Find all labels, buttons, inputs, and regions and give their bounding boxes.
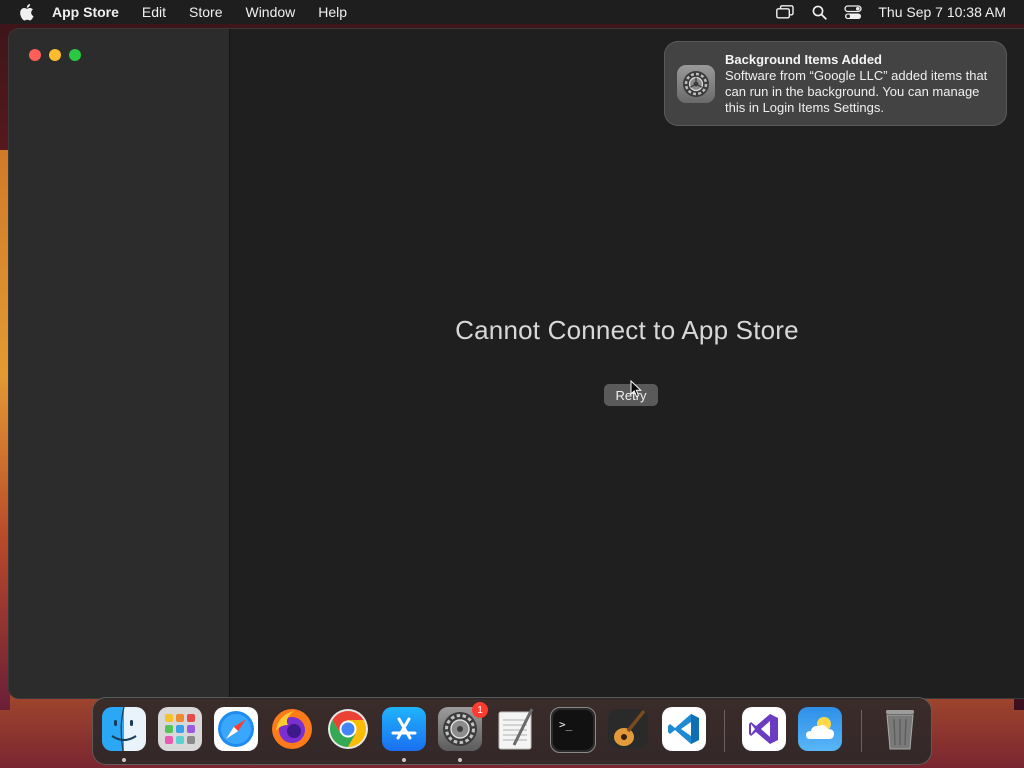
dock-separator — [724, 710, 725, 752]
garageband-icon[interactable] — [606, 707, 650, 751]
background-items-notification[interactable]: Background Items Added Software from “Go… — [664, 41, 1007, 126]
system-settings-dock-icon[interactable]: 1 — [438, 702, 488, 751]
main-content: Cannot Connect to App Store Retry — [230, 29, 1024, 698]
app-store-icon[interactable] — [382, 707, 426, 751]
system-settings-icon — [677, 65, 715, 103]
finder-running-indicator — [122, 758, 126, 762]
app-store-window: Cannot Connect to App Store Retry — [9, 29, 1024, 698]
visual-studio-icon[interactable] — [742, 707, 786, 751]
notification-title: Background Items Added — [725, 52, 882, 67]
system-settings-running-indicator — [458, 758, 462, 762]
notification-body: Software from “Google LLC” added items t… — [725, 68, 988, 115]
trash-icon[interactable] — [878, 707, 922, 751]
apple-menu-icon[interactable] — [18, 3, 36, 21]
menu-app-name[interactable]: App Store — [52, 4, 119, 20]
window-controls — [29, 49, 81, 61]
minimize-button[interactable] — [49, 49, 61, 61]
weather-icon[interactable] — [798, 707, 842, 751]
menu-store[interactable]: Store — [189, 4, 222, 20]
safari-icon[interactable] — [214, 707, 258, 751]
firefox-icon[interactable] — [270, 707, 314, 751]
menu-window[interactable]: Window — [245, 4, 295, 20]
svg-text:>_: >_ — [559, 718, 573, 731]
menu-bar: App Store Edit Store Window Help Thu Sep… — [0, 0, 1024, 24]
terminal-icon[interactable]: >_ — [550, 707, 596, 753]
launchpad-icon[interactable] — [158, 707, 202, 751]
close-button[interactable] — [29, 49, 41, 61]
connection-error-message: Cannot Connect to App Store — [455, 315, 799, 345]
mouse-pointer-icon — [630, 379, 643, 403]
dock: 1 >_ — [92, 697, 932, 765]
menu-bar-clock[interactable]: Thu Sep 7 10:38 AM — [878, 4, 1006, 20]
system-settings-badge: 1 — [472, 702, 488, 718]
dock-separator-trash — [861, 710, 862, 752]
control-center-icon[interactable] — [844, 4, 863, 20]
zoom-button[interactable] — [69, 49, 81, 61]
screen-mirroring-icon[interactable] — [776, 4, 795, 20]
menu-edit[interactable]: Edit — [142, 4, 166, 20]
textedit-icon[interactable] — [494, 707, 538, 751]
vscode-icon[interactable] — [662, 707, 706, 751]
app-store-running-indicator — [402, 758, 406, 762]
chrome-icon[interactable] — [326, 707, 370, 751]
finder-icon[interactable] — [102, 707, 146, 751]
sidebar — [9, 29, 230, 698]
spotlight-search-icon[interactable] — [810, 4, 828, 20]
menu-help[interactable]: Help — [318, 4, 347, 20]
